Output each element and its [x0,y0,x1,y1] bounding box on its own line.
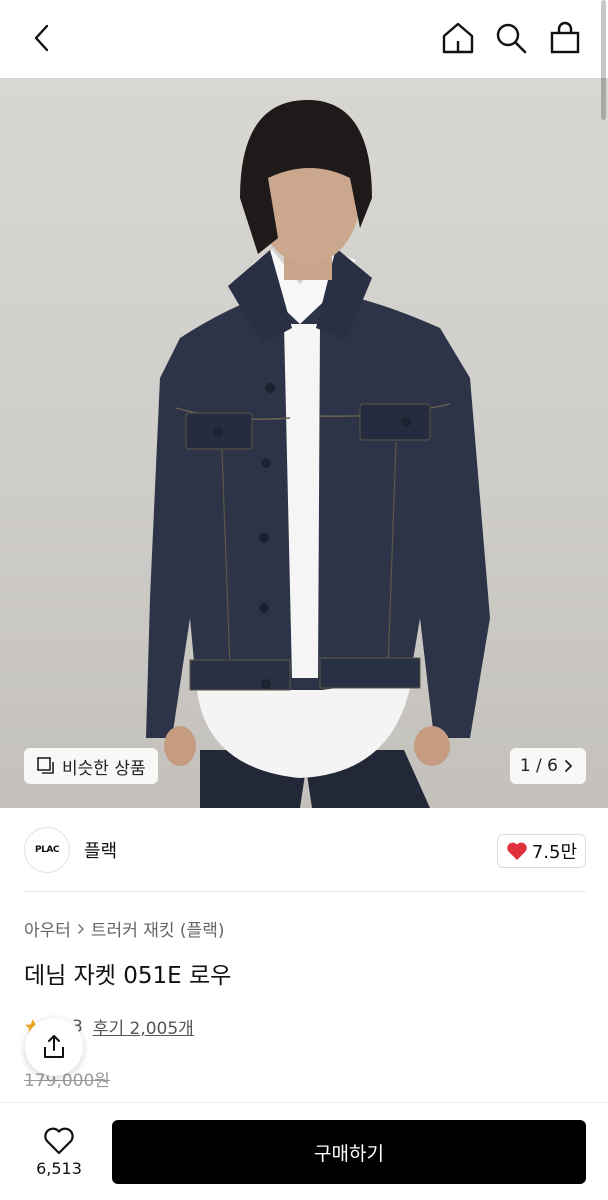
heart-filled-icon [507,842,527,860]
heart-outline-icon [44,1127,74,1154]
wishlist-count: 6,513 [36,1158,82,1178]
top-nav-bar [0,0,608,78]
page-scrollbar[interactable] [601,0,606,120]
product-image-gallery[interactable]: 비슷한 상품 1 / 6 [0,78,608,808]
similar-products-button[interactable]: 비슷한 상품 [24,748,158,784]
shopping-bag-button[interactable] [547,20,583,56]
similar-products-icon [37,757,54,774]
brand-like-count: 7.5만 [531,842,577,863]
similar-products-label: 비슷한 상품 [62,758,146,779]
product-title: 데님 자켓 051E 로우 [24,963,232,989]
breadcrumb: 아우터 트러커 재킷 (플랙) [24,916,224,941]
brand-name[interactable]: 플랙 [84,837,117,863]
buy-button-label: 구매하기 [314,1142,384,1165]
home-icon [442,22,474,54]
chevron-left-icon [34,24,49,52]
share-button[interactable] [25,1018,83,1076]
bottom-action-bar: 6,513 구매하기 [0,1102,608,1200]
brand-row: PLAC 플랙 7.5만 [24,826,586,874]
back-button[interactable] [24,20,60,56]
home-button[interactable] [440,20,476,56]
image-page-text: 1 / 6 [519,756,558,776]
chevron-right-icon [77,923,84,934]
search-button[interactable] [493,20,529,56]
breadcrumb-item-subcategory[interactable]: 트러커 재킷 (플랙) [91,916,225,941]
wishlist-button[interactable]: 6,513 [28,1121,90,1183]
share-icon [44,1035,64,1058]
section-divider [24,891,586,892]
reviews-link[interactable]: 후기 2,005개 [93,1014,194,1039]
brand-logo[interactable]: PLAC [24,827,70,873]
product-photo [146,99,490,808]
brand-like-button[interactable]: 7.5만 [496,834,586,868]
chevron-right-icon [565,760,572,772]
breadcrumb-item-category[interactable]: 아우터 [24,916,71,941]
image-page-indicator[interactable]: 1 / 6 [509,748,586,784]
shopping-bag-icon [550,21,580,54]
search-icon [496,23,527,54]
buy-button[interactable]: 구매하기 [112,1120,586,1184]
brand-logo-text: PLAC [35,845,59,855]
